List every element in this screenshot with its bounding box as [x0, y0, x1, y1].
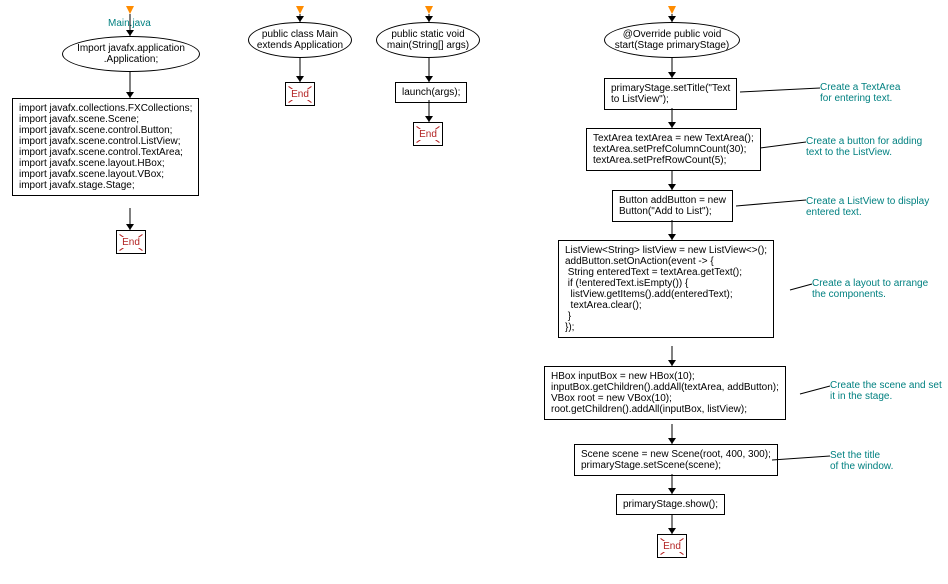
node-textarea: TextArea textArea = new TextArea(); text…	[586, 128, 761, 171]
annot-textarea: Create a TextArea for entering text.	[820, 82, 900, 104]
node-import-app: Import javafx.application .Application;	[62, 36, 200, 72]
node-addbutton: Button addButton = new Button("Add to Li…	[612, 190, 733, 222]
end-node: End	[116, 230, 146, 254]
annot-title: Set the title of the window.	[830, 450, 893, 472]
entry-marker	[425, 6, 433, 14]
entry-marker	[126, 6, 134, 14]
node-imports-list: import javafx.collections.FXCollections;…	[12, 98, 199, 196]
node-settitle: primaryStage.setTitle("Text to ListView"…	[604, 78, 737, 110]
node-scene: Scene scene = new Scene(root, 400, 300);…	[574, 444, 778, 476]
node-launch: launch(args);	[395, 82, 467, 103]
end-node: End	[285, 82, 315, 106]
node-main-method: public static void main(String[] args)	[376, 22, 480, 58]
node-start-method: @Override public void start(Stage primar…	[604, 22, 740, 58]
end-text: End	[418, 129, 438, 140]
end-node: End	[413, 122, 443, 146]
end-text: End	[290, 89, 310, 100]
annot-layout: Create a layout to arrange the component…	[812, 278, 928, 300]
end-node: End	[657, 534, 687, 558]
node-show: primaryStage.show();	[616, 494, 725, 515]
annot-button: Create a button for adding text to the L…	[806, 136, 922, 158]
end-text: End	[662, 541, 682, 552]
annot-scene: Create the scene and set it in the stage…	[830, 380, 942, 402]
file-label: Main.java	[108, 18, 151, 29]
connectors	[0, 0, 948, 584]
end-text: End	[121, 237, 141, 248]
annot-listview: Create a ListView to display entered tex…	[806, 196, 929, 218]
entry-marker	[668, 6, 676, 14]
node-listview: ListView<String> listView = new ListView…	[558, 240, 774, 338]
node-class-main: public class Main extends Application	[248, 22, 352, 58]
entry-marker	[296, 6, 304, 14]
node-layout: HBox inputBox = new HBox(10); inputBox.g…	[544, 366, 786, 420]
